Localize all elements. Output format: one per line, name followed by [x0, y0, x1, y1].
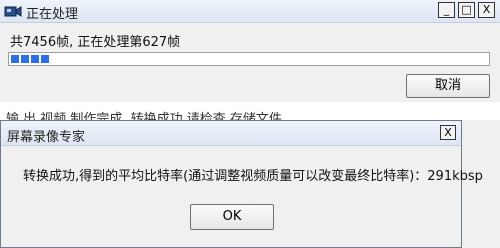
background-text: 输 出 视频 制作完成, 转换成功 请检查 存储文件: [6, 112, 282, 120]
progress-bar: [8, 52, 490, 66]
result-message: 转换成功,得到的平均比特率(通过调整视频质量可以改变最终比特率)：291kbsp: [23, 169, 483, 184]
frame-status-text: 共7456帧, 正在处理第627帧: [10, 35, 181, 50]
result-dialog-titlebar[interactable]: 屏幕录像专家 X: [1, 121, 461, 146]
progress-window-titlebar[interactable]: 正在处理 _ □ X: [0, 0, 500, 23]
progress-window: 正在处理 _ □ X 共7456帧, 正在处理第627帧 取消: [0, 0, 500, 102]
ok-button[interactable]: OK: [190, 204, 274, 230]
result-dialog-title: 屏幕录像专家: [7, 130, 86, 145]
maximize-button[interactable]: □: [458, 2, 475, 18]
dialog-close-button[interactable]: X: [440, 125, 456, 140]
close-button[interactable]: X: [478, 2, 495, 18]
minimize-button[interactable]: _: [438, 2, 455, 18]
camera-icon: [4, 6, 22, 17]
progress-bar-fill: [11, 55, 51, 63]
background-window-strip: 输 出 视频 制作完成, 转换成功 请检查 存储文件: [0, 102, 500, 120]
result-dialog: 屏幕录像专家 X 转换成功,得到的平均比特率(通过调整视频质量可以改变最终比特率…: [0, 120, 483, 248]
progress-window-title: 正在处理: [26, 7, 79, 22]
cancel-button[interactable]: 取消: [406, 74, 490, 98]
